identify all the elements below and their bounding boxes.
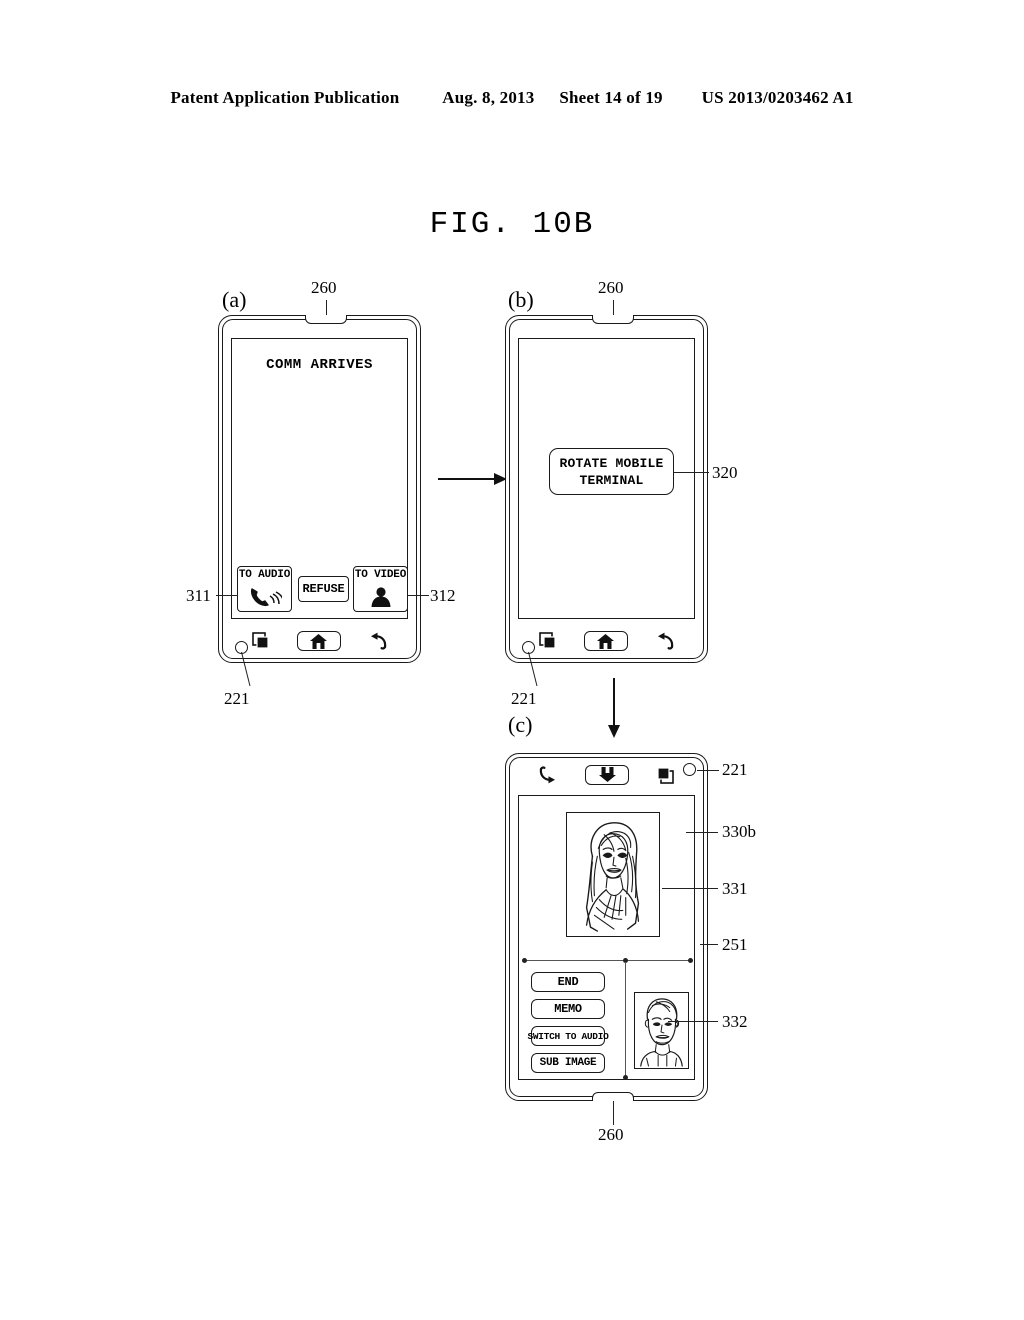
back-arrow-icon[interactable]: [655, 632, 675, 650]
menu-window-icon[interactable]: [251, 632, 270, 650]
panel-label-b: (b): [508, 287, 534, 312]
main-video-image: [566, 812, 660, 937]
header-publication: Patent Application Publication: [170, 88, 400, 107]
publication-header: Patent Application Publication Aug. 8, 2…: [0, 88, 1024, 108]
ref-311: 311: [186, 586, 211, 605]
flow-arrow-b-to-c-line: [613, 678, 615, 728]
menu-window-icon[interactable]: [657, 766, 675, 784]
navbar-a: [238, 628, 401, 654]
home-icon: [585, 765, 630, 785]
ref-260-panel-b: 260: [598, 278, 624, 297]
refuse-button[interactable]: REFUSE: [298, 576, 349, 602]
divider-dot-right: [688, 958, 693, 963]
home-button[interactable]: [585, 765, 630, 785]
divider-dot-bottom: [623, 1075, 628, 1080]
leader-332: [668, 1021, 718, 1023]
sub-video-image: [634, 992, 689, 1069]
divider-dot-left: [522, 958, 527, 963]
flow-arrow-a-to-b-line: [438, 478, 496, 480]
home-button[interactable]: [296, 631, 341, 651]
divider-vertical: [625, 962, 627, 1078]
end-button[interactable]: END: [531, 972, 605, 992]
refuse-label: REFUSE: [302, 582, 345, 596]
back-arrow-icon[interactable]: [539, 766, 559, 784]
switch-to-audio-label: SWITCH TO AUDIO: [527, 1030, 609, 1042]
header-sheet: Sheet 14 of 19: [559, 88, 663, 107]
leader-311: [216, 595, 238, 597]
navbar-b: [525, 628, 688, 654]
leader-331: [662, 888, 718, 890]
to-audio-button[interactable]: TO AUDIO: [237, 566, 292, 612]
rotate-dialog-line1: ROTATE MOBILE: [559, 455, 664, 471]
to-video-button[interactable]: TO VIDEO: [353, 566, 408, 612]
ref-332: 332: [722, 1012, 748, 1031]
home-button[interactable]: [583, 631, 628, 651]
comm-arrives-text: COMM ARRIVES: [266, 357, 373, 373]
speaker-slot-b: [592, 315, 634, 324]
ref-312: 312: [430, 586, 456, 605]
leader-251: [700, 944, 718, 946]
flow-arrow-b-to-c-head: [608, 725, 620, 738]
ref-221-panel-a: 221: [224, 689, 250, 708]
ref-251: 251: [722, 935, 748, 954]
ref-330b: 330b: [722, 822, 756, 841]
woman-portrait-illustration: [585, 822, 640, 932]
divider-horizontal: [524, 960, 692, 962]
home-icon: [583, 631, 628, 651]
memo-label: MEMO: [554, 1002, 582, 1016]
header-patent-number: US 2013/0203462 A1: [701, 88, 854, 107]
to-video-label: TO VIDEO: [354, 569, 407, 581]
rotate-dialog: ROTATE MOBILE TERMINAL: [549, 448, 674, 495]
panel-label-a: (a): [222, 287, 247, 312]
leader-320: [674, 472, 709, 474]
phone-ringing-icon: [248, 582, 282, 611]
ref-221-panel-c: 221: [722, 760, 748, 779]
leader-312: [407, 595, 429, 597]
ref-260-panel-a: 260: [311, 278, 337, 297]
leader-260-panel-c: [613, 1101, 615, 1125]
ref-260-panel-c: 260: [598, 1125, 624, 1144]
leader-330b: [686, 832, 718, 834]
person-icon: [367, 582, 395, 611]
man-portrait-illustration: [640, 998, 683, 1067]
sub-image-label: SUB IMAGE: [539, 1057, 597, 1069]
menu-window-icon[interactable]: [538, 632, 557, 650]
header-date: Aug. 8, 2013: [442, 88, 535, 107]
back-arrow-icon[interactable]: [368, 632, 388, 650]
to-audio-label: TO AUDIO: [238, 569, 291, 581]
memo-button[interactable]: MEMO: [531, 999, 605, 1019]
ref-221-panel-b: 221: [511, 689, 537, 708]
home-icon: [296, 631, 341, 651]
sub-image-button[interactable]: SUB IMAGE: [531, 1053, 605, 1073]
rotate-dialog-line2: TERMINAL: [579, 472, 644, 488]
panel-label-c: (c): [508, 712, 533, 737]
switch-to-audio-button[interactable]: SWITCH TO AUDIO: [528, 1026, 609, 1046]
end-label: END: [557, 975, 579, 989]
navbar-c: [525, 762, 688, 788]
camera-c: [683, 763, 696, 776]
ref-320: 320: [712, 463, 738, 482]
speaker-slot-a: [305, 315, 347, 324]
ref-331: 331: [722, 879, 748, 898]
speaker-slot-c: [592, 1092, 634, 1101]
leader-221-panel-c: [697, 770, 719, 772]
figure-title: FIG. 10B: [429, 207, 595, 242]
